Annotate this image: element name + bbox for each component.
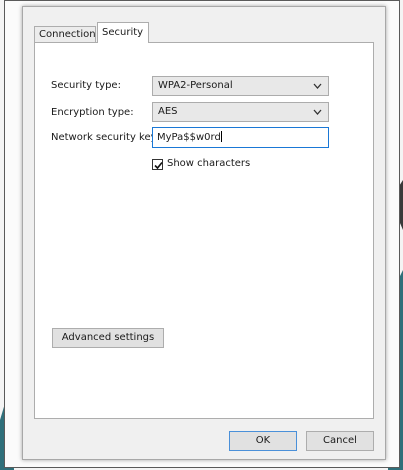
show-characters-label: Show characters <box>167 158 251 169</box>
security-type-label: Security type: <box>51 80 121 91</box>
security-type-value: WPA2-Personal <box>158 80 233 91</box>
text-caret <box>220 131 222 142</box>
chevron-down-icon <box>313 83 322 89</box>
wireless-network-properties-dialog: Connection Security Security type: WPA2-… <box>22 6 386 460</box>
security-type-select[interactable]: WPA2-Personal <box>152 76 329 96</box>
chevron-down-icon <box>313 109 322 115</box>
advanced-settings-button[interactable]: Advanced settings <box>52 328 164 348</box>
cancel-button[interactable]: Cancel <box>306 431 374 451</box>
checkmark-icon <box>154 161 163 170</box>
network-security-key-value: MyPa$$w0rd <box>157 132 221 143</box>
encryption-type-select[interactable]: AES <box>152 102 329 122</box>
network-security-key-label: Network security key <box>51 132 157 143</box>
show-characters-checkbox[interactable] <box>152 159 163 170</box>
encryption-type-label: Encryption type: <box>51 107 134 118</box>
security-tab-panel: Security type: WPA2-Personal Encryption … <box>34 42 374 419</box>
network-security-key-input[interactable]: MyPa$$w0rd <box>152 127 329 148</box>
encryption-type-value: AES <box>158 106 178 117</box>
ok-button[interactable]: OK <box>229 431 297 451</box>
tab-security[interactable]: Security <box>97 22 149 43</box>
tab-connection[interactable]: Connection <box>34 26 96 42</box>
